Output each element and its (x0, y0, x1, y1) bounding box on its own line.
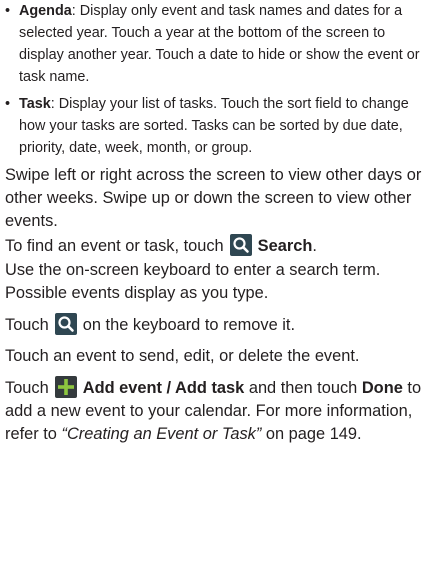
keyboard-line-2: Possible events display as you type. (5, 284, 269, 302)
find-paragraph: To find an event or task, touch Search. (5, 234, 433, 258)
keyboard-paragraph: Use the on-screen keyboard to enter a se… (5, 259, 433, 305)
task-description: : Display your list of tasks. Touch the … (19, 96, 409, 156)
bullet-icon: • (5, 3, 11, 19)
cross-reference-title: “Creating an Event or Task” (61, 425, 262, 443)
bullet-icon: • (5, 96, 11, 112)
add-mid: and then touch (248, 379, 358, 397)
view-options-list: • Agenda: Display only event and task na… (5, 0, 433, 159)
find-prefix: To find an event or task, touch (5, 237, 224, 255)
add-event-label: Add event / Add task (82, 379, 245, 397)
touch-keyboard-paragraph: Touch on the keyboard to remove it. (5, 313, 433, 337)
search-label: Search (257, 237, 313, 255)
add-event-paragraph: Touch Add event / Add task and then touc… (5, 376, 433, 446)
keyboard-line-1: Use the on-screen keyboard to enter a se… (5, 261, 381, 279)
list-item-agenda: • Agenda: Display only event and task na… (5, 0, 433, 88)
search-icon (229, 234, 252, 256)
manual-page: • Agenda: Display only event and task na… (5, 0, 433, 454)
agenda-term: Agenda (19, 3, 72, 19)
agenda-description: : Display only event and task names and … (19, 3, 420, 85)
find-suffix: . (312, 237, 317, 255)
task-term: Task (19, 96, 51, 112)
plus-icon (54, 376, 77, 398)
add-suffix: on page 149. (265, 425, 362, 443)
touch-prefix: Touch (5, 316, 49, 334)
touch-suffix: on the keyboard to remove it. (82, 316, 296, 334)
swipe-paragraph: Swipe left or right across the screen to… (5, 166, 422, 230)
done-label: Done (361, 379, 403, 397)
list-item-task: • Task: Display your list of tasks. Touc… (5, 93, 433, 159)
touch-event-paragraph: Touch an event to send, edit, or delete … (5, 347, 360, 365)
search-icon (54, 313, 77, 335)
add-prefix: Touch (5, 379, 49, 397)
